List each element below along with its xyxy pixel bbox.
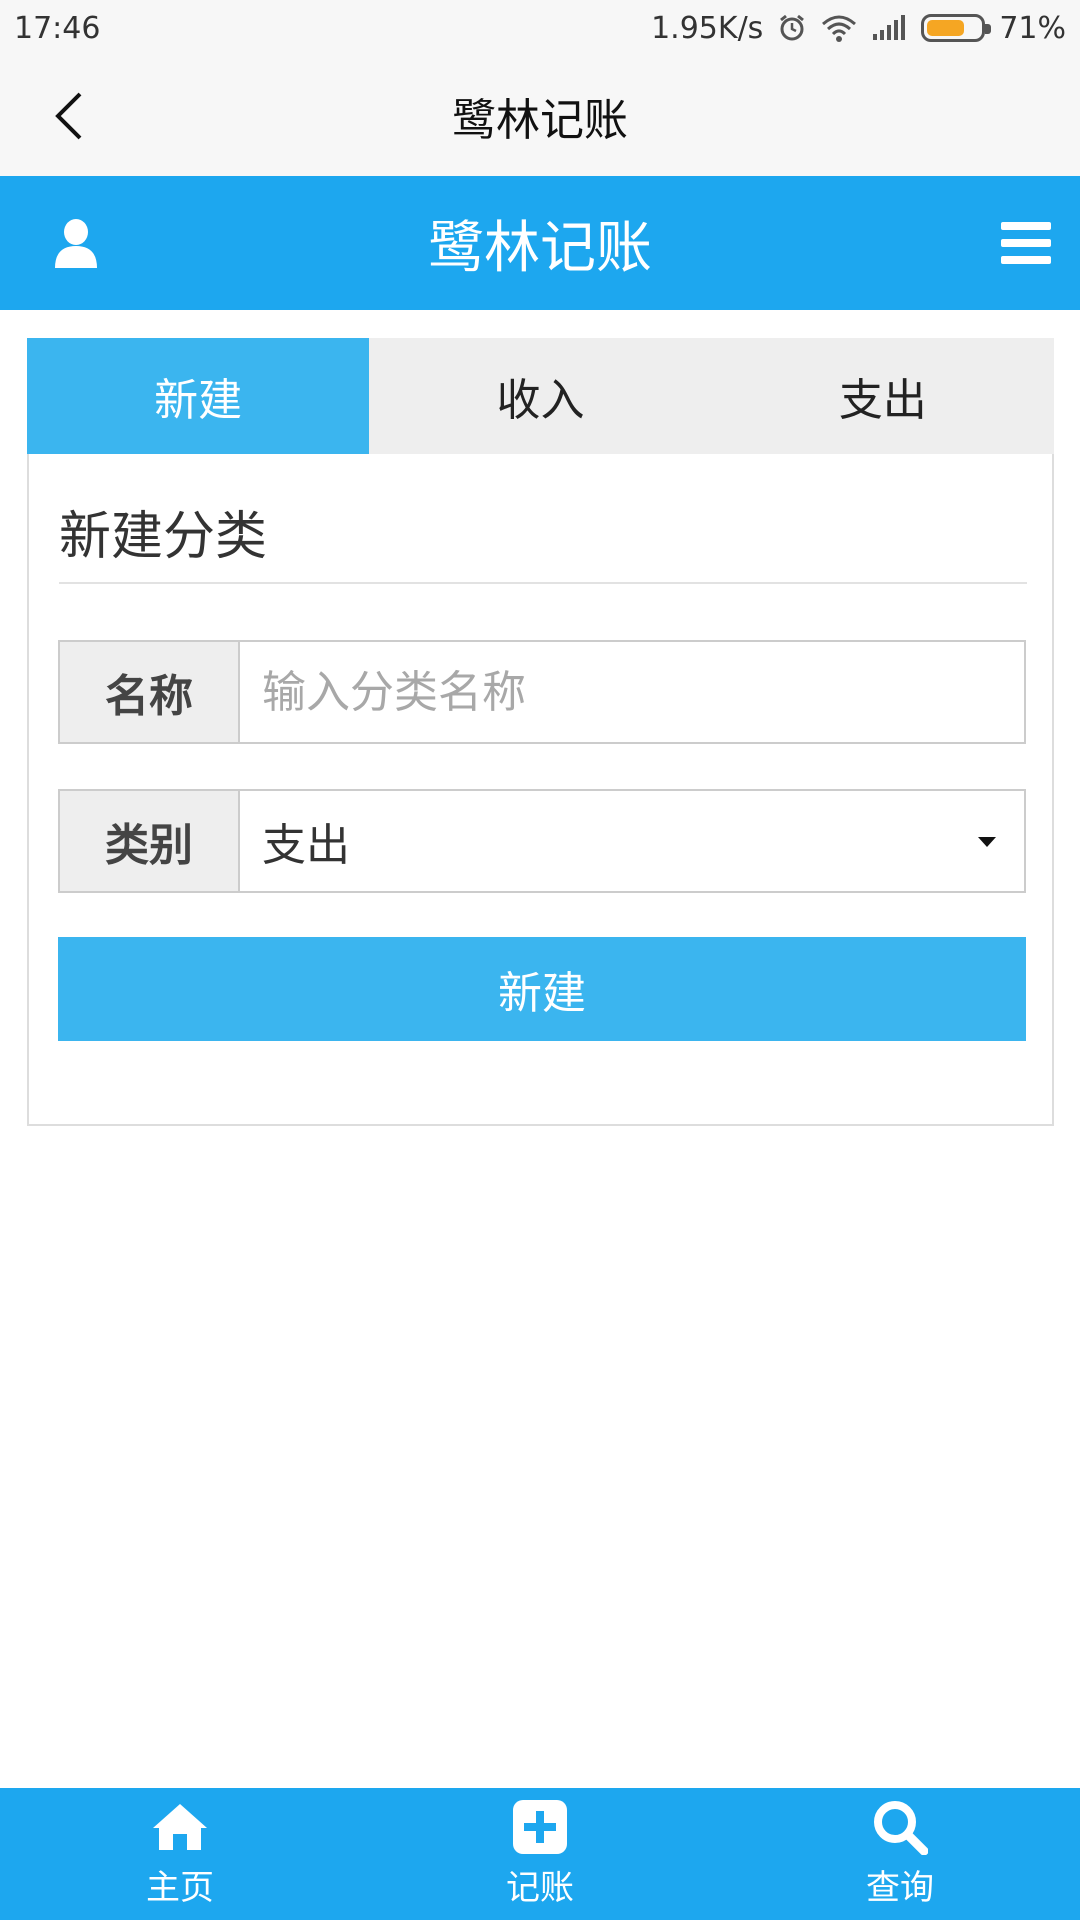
- name-row: 名称: [58, 640, 1026, 744]
- status-indicators: 1.95K/s 71%: [651, 11, 1066, 46]
- back-button[interactable]: [30, 76, 110, 156]
- nav-label-query: 查询: [866, 1867, 934, 1908]
- status-time: 17:46: [14, 10, 101, 46]
- nav-item-home[interactable]: 主页: [0, 1788, 360, 1920]
- name-label: 名称: [60, 642, 240, 742]
- status-bar: 17:46 1.95K/s 71%: [0, 0, 1080, 56]
- app-title-bar: 鹭林记账: [0, 56, 1080, 176]
- app-title: 鹭林记账: [452, 95, 628, 146]
- bottom-nav: 主页 记账 查询: [0, 1788, 1080, 1920]
- alarm-icon: [777, 13, 807, 43]
- network-speed: 1.95K/s: [651, 10, 764, 46]
- nav-label-home: 主页: [146, 1867, 214, 1908]
- user-button[interactable]: [44, 209, 108, 277]
- search-icon: [872, 1800, 928, 1855]
- category-name-input[interactable]: [240, 642, 1024, 742]
- category-type-value: 支出: [262, 820, 350, 871]
- header-title: 鹭林记账: [428, 215, 652, 281]
- battery-icon: [921, 14, 992, 42]
- category-tabs: 新建 收入 支出: [27, 338, 1054, 454]
- chevron-left-icon: [55, 92, 82, 140]
- home-icon: [151, 1800, 209, 1854]
- panel-title: 新建分类: [59, 507, 268, 567]
- page-header: 鹭林记账: [0, 176, 1080, 310]
- caret-down-icon: [978, 837, 996, 847]
- battery-percent: 71%: [999, 10, 1066, 46]
- nav-item-query[interactable]: 查询: [720, 1788, 1080, 1920]
- wifi-icon: [821, 13, 857, 43]
- battery-level-fill: [927, 20, 965, 36]
- nav-item-record[interactable]: 记账: [360, 1788, 720, 1920]
- panel-divider: [59, 582, 1027, 584]
- signal-icon: [871, 14, 907, 42]
- nav-label-record: 记账: [506, 1867, 574, 1908]
- create-category-button[interactable]: 新建: [58, 937, 1026, 1041]
- user-icon: [55, 219, 97, 268]
- category-type-select[interactable]: 支出: [240, 791, 1024, 891]
- tab-new[interactable]: 新建: [27, 338, 370, 454]
- hamburger-menu-icon: [1001, 222, 1051, 264]
- menu-button[interactable]: [994, 213, 1058, 273]
- new-category-panel: 新建分类 名称 类别 支出 新建: [27, 454, 1054, 1126]
- plus-square-icon: [513, 1799, 567, 1854]
- type-label: 类别: [60, 791, 240, 891]
- tab-income[interactable]: 收入: [369, 338, 711, 454]
- type-row: 类别 支出: [58, 789, 1026, 893]
- tab-expense[interactable]: 支出: [712, 338, 1054, 454]
